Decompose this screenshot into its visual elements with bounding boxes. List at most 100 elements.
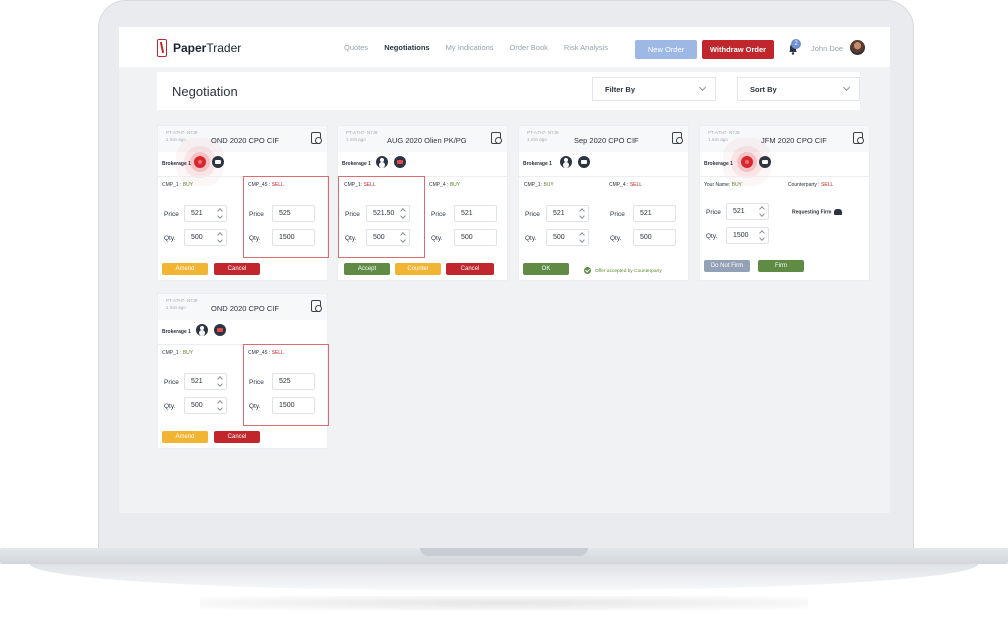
message-icon[interactable] [212, 156, 224, 168]
stepper-icon[interactable] [217, 232, 223, 243]
new-order-button[interactable]: New Order [635, 40, 697, 59]
left-party-label: CMP_1: SELL [344, 182, 376, 188]
card-header: PT-A7H7- N7J9 1 min ago Sep 2020 CPO CIF [519, 126, 688, 152]
counterparty-qty: 500 [454, 229, 497, 246]
card-header: PT-A7H7- N7J9 1 min ago OND 2020 CPO CIF [158, 294, 327, 320]
firm-button[interactable]: Firm [758, 260, 804, 272]
nav-order-book[interactable]: Order Book [510, 43, 548, 52]
message-icon[interactable] [759, 156, 771, 168]
brokerage-label: Brokerage 1 [162, 329, 191, 335]
document-icon[interactable] [311, 300, 322, 312]
cancel-button[interactable]: Cancel [446, 263, 494, 275]
right-party-label: CMP_4 : SELL [609, 182, 643, 188]
price-label: Price [525, 211, 540, 218]
cancel-button[interactable]: Cancel [214, 263, 260, 275]
app-name: PaperTrader [173, 41, 242, 55]
stepper-icon[interactable] [400, 208, 406, 219]
price-input[interactable]: 521 [546, 205, 589, 222]
requesting-firm-label: Requesting Firm [792, 209, 843, 215]
left-party-label: CMP_1 : BUY [162, 182, 194, 188]
nav-risk-analysis[interactable]: Risk Analysis [564, 43, 608, 52]
nav-my-indications[interactable]: My Indications [446, 43, 494, 52]
user-name[interactable]: John Doe [811, 44, 843, 53]
cancel-button[interactable]: Cancel [214, 431, 260, 443]
negotiation-card: PT-A7H7- N7J9 1 min ago OND 2020 CPO CIF… [157, 125, 329, 281]
price-label: Price [164, 211, 179, 218]
stepper-icon[interactable] [579, 208, 585, 219]
message-icon[interactable] [394, 156, 406, 168]
stepper-icon[interactable] [217, 400, 223, 411]
card-header: PT-A7H7- N7J9 1 min ago AUG 2020 Olien P… [338, 126, 507, 152]
document-icon[interactable] [853, 132, 864, 144]
qty-input[interactable]: 500 [184, 229, 227, 246]
counterparty-price: 521 [633, 205, 676, 222]
price-input[interactable]: 521 [184, 373, 227, 390]
document-icon[interactable] [672, 132, 683, 144]
brokerage-label: Brokerage 1 [342, 161, 371, 167]
stepper-icon[interactable] [579, 232, 585, 243]
qty-input[interactable]: 1500 [726, 227, 769, 244]
right-party-label: CMP_4 : BUY [429, 182, 461, 188]
card-header: PT-A7H7- N7J9 1 min ago OND 2020 CPO CIF [158, 126, 327, 152]
ok-button[interactable]: OK [523, 263, 569, 275]
divider [700, 176, 869, 177]
stepper-icon[interactable] [400, 232, 406, 243]
negotiation-card: PT-A7H7- N7J9 1 min ago OND 2020 CPO CIF… [157, 293, 329, 449]
stepper-icon[interactable] [217, 208, 223, 219]
avatar[interactable] [850, 40, 865, 55]
nav-negotiations[interactable]: Negotiations [384, 43, 429, 52]
live-indicator-icon [741, 156, 753, 168]
stepper-icon[interactable] [217, 376, 223, 387]
document-icon[interactable] [311, 132, 322, 144]
filter-by-select[interactable]: Filter By [592, 77, 716, 101]
laptop-notch [420, 548, 588, 556]
price-label: Price [431, 211, 446, 218]
price-label: Price [249, 211, 264, 218]
right-party-label: Counterparty : SELL [788, 182, 834, 188]
price-label: Price [345, 211, 360, 218]
chevron-down-icon [842, 83, 851, 92]
time-ago: 1 min ago [708, 137, 728, 142]
counterparty-qty: 1500 [272, 229, 315, 246]
counter-button[interactable]: Counter [395, 263, 441, 275]
qty-input[interactable]: 500 [546, 229, 589, 246]
time-ago: 1 min ago [346, 137, 366, 142]
user-icon[interactable] [560, 156, 572, 168]
stepper-icon[interactable] [759, 230, 765, 241]
price-input[interactable]: 521.50 [366, 205, 410, 222]
qty-input[interactable]: 500 [366, 229, 410, 246]
user-icon[interactable] [376, 156, 388, 168]
brokerage-label: Brokerage 1 [162, 161, 191, 167]
qty-input[interactable]: 500 [184, 397, 227, 414]
message-icon[interactable] [214, 324, 226, 336]
negotiation-card: PT-A7H7- N7J9 1 min ago Sep 2020 CPO CIF… [518, 125, 689, 281]
do-not-firm-button[interactable]: Do Not Firm [704, 260, 750, 272]
stepper-icon[interactable] [759, 206, 765, 217]
laptop-shadow [200, 596, 808, 610]
user-icon[interactable] [196, 324, 208, 336]
price-input[interactable]: 521 [184, 205, 227, 222]
product-title: AUG 2020 Olien PK/PG [387, 136, 467, 145]
nav-quotes[interactable]: Quotes [344, 43, 368, 52]
price-input[interactable]: 521 [726, 203, 769, 220]
message-icon[interactable] [578, 156, 590, 168]
document-icon[interactable] [491, 132, 502, 144]
price-label: Price [249, 379, 264, 386]
check-circle-icon [584, 267, 591, 274]
ticket-id: PT-A7H7- N7J9 [346, 130, 378, 135]
top-navbar: PaperTrader Quotes Negotiations My Indic… [119, 27, 890, 67]
sort-by-label: Sort By [750, 84, 777, 94]
accept-button[interactable]: Accept [344, 263, 390, 275]
time-ago: 1 min ago [527, 137, 547, 142]
counterparty-qty: 1500 [272, 397, 315, 414]
sort-by-select[interactable]: Sort By [737, 77, 860, 101]
withdraw-order-button[interactable]: Withdraw Order [702, 40, 774, 59]
logo[interactable]: PaperTrader [157, 39, 241, 57]
product-title: OND 2020 CPO CIF [211, 136, 279, 145]
amend-button[interactable]: Amend [162, 431, 208, 443]
time-ago: 1 min ago [166, 137, 186, 142]
product-title: OND 2020 CPO CIF [211, 304, 279, 313]
negotiation-card: PT-A7H7- N7J9 1 min ago JFM 2020 CPO CIF… [699, 125, 870, 281]
qty-label: Qty. [164, 403, 176, 410]
amend-button[interactable]: Amend [162, 263, 208, 275]
